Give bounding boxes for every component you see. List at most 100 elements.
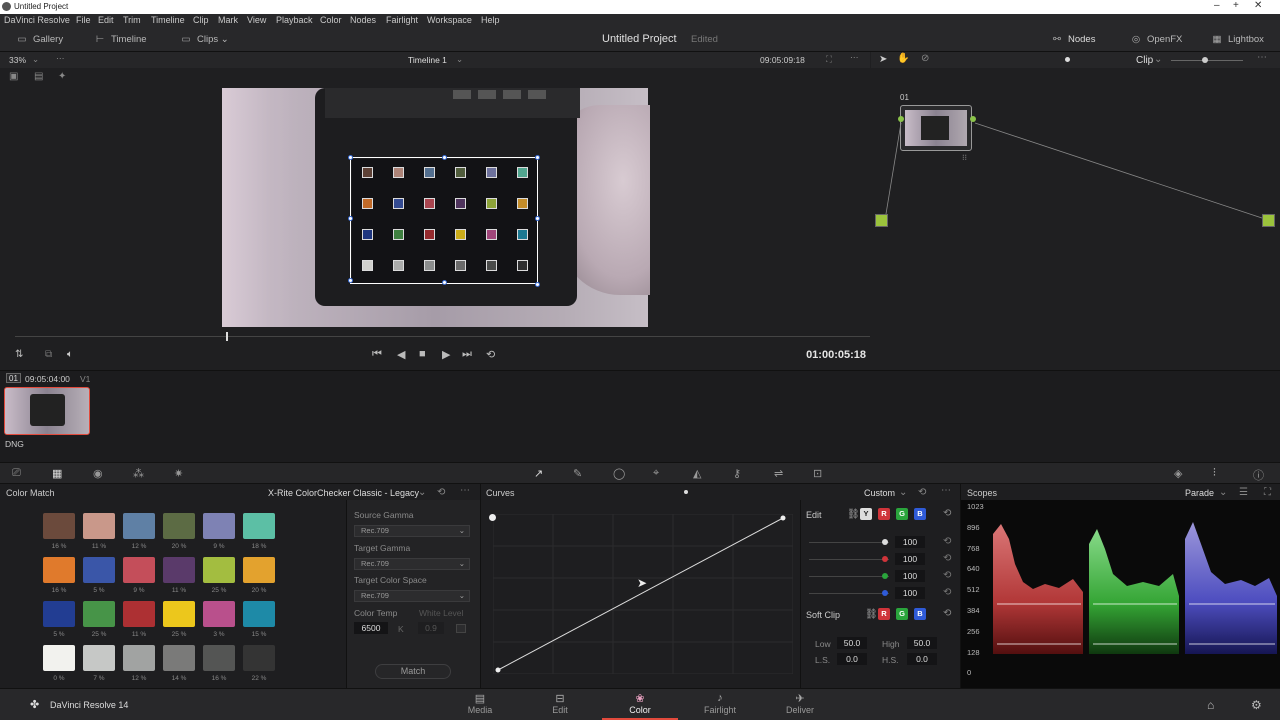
color-swatch[interactable] xyxy=(203,601,235,627)
play-icon[interactable]: ▶︎ xyxy=(442,348,450,361)
window-icon[interactable]: ◯ xyxy=(613,467,625,480)
color-swatch[interactable] xyxy=(203,557,235,583)
key-icon[interactable]: ⚷ xyxy=(733,467,741,480)
color-swatch[interactable] xyxy=(243,557,275,583)
viewer-scrubber[interactable] xyxy=(15,336,870,337)
page-fairlight[interactable]: ♪ Fairlight xyxy=(690,692,750,715)
intensity-slider[interactable] xyxy=(809,542,889,543)
3d-icon[interactable]: ⊡ xyxy=(813,467,822,480)
color-swatch[interactable] xyxy=(123,645,155,671)
intensity-value[interactable]: 100 xyxy=(895,587,925,599)
menu-view[interactable]: View xyxy=(247,15,266,25)
channel-b-button[interactable]: B xyxy=(914,508,926,520)
target-gamma-select[interactable]: Rec.709 ⌄ xyxy=(354,558,470,570)
zoom-level[interactable]: 33% xyxy=(9,55,26,65)
viewer-menu-icon[interactable]: ⋯ xyxy=(850,52,859,63)
color-swatch[interactable] xyxy=(83,513,115,539)
gallery-button[interactable]: ▭ Gallery xyxy=(16,34,64,45)
motion-effects-icon[interactable]: ✷ xyxy=(174,467,183,480)
color-temp-input[interactable]: 6500 xyxy=(354,622,388,634)
soft-clip-link-icon[interactable]: ⛓ xyxy=(865,609,878,620)
softclip-g-button[interactable]: G xyxy=(896,608,908,620)
high-input[interactable]: 50.0 xyxy=(907,637,937,649)
single-view-icon[interactable]: ▣ xyxy=(9,71,18,82)
color-swatch[interactable] xyxy=(163,645,195,671)
node-zoom-knob[interactable] xyxy=(1202,57,1208,63)
intensity-slider-knob[interactable] xyxy=(882,539,888,545)
color-swatch[interactable] xyxy=(123,557,155,583)
lightbox-button[interactable]: ▦ Lightbox xyxy=(1211,34,1264,45)
frame-handle[interactable] xyxy=(535,282,540,287)
menu-color[interactable]: Color xyxy=(320,15,342,25)
info-icon[interactable]: ⓘ xyxy=(1253,467,1264,483)
match-button[interactable]: Match xyxy=(375,664,451,679)
clips-button[interactable]: ▭ Clips ⌄ xyxy=(180,34,229,45)
frame-handle[interactable] xyxy=(348,155,353,160)
menu-playback[interactable]: Playback xyxy=(276,15,313,25)
camera-raw-icon[interactable]: ⎚ xyxy=(12,467,21,480)
maximize-icon[interactable]: + xyxy=(1233,0,1239,11)
source-input-node[interactable] xyxy=(875,214,888,227)
ls-input[interactable]: 0.0 xyxy=(837,653,867,665)
color-wheels-icon[interactable]: ◉ xyxy=(93,467,103,480)
nodes-button[interactable]: ⚯ Nodes xyxy=(1051,34,1095,45)
menu-help[interactable]: Help xyxy=(481,15,500,25)
color-match-menu-icon[interactable]: ⋯ xyxy=(460,485,470,496)
color-swatch[interactable] xyxy=(43,601,75,627)
reset-icon[interactable]: ⟲ xyxy=(437,487,445,498)
color-swatch[interactable] xyxy=(43,645,75,671)
zoom-dropdown-icon[interactable]: ⌄ xyxy=(32,54,39,65)
rgb-mixer-icon[interactable]: ⁂ xyxy=(133,467,144,480)
menu-workspace[interactable]: Workspace xyxy=(427,15,472,25)
menu-mark[interactable]: Mark xyxy=(218,15,238,25)
curves-mode-dropdown-icon[interactable]: ⌄ xyxy=(899,487,907,498)
channel-y-button[interactable]: Y xyxy=(860,508,872,520)
viewer-mode-icon[interactable]: ⇅ xyxy=(15,349,23,360)
target-color-space-select[interactable]: Rec.709 ⌄ xyxy=(354,590,470,602)
first-frame-icon[interactable]: ⏮︎ xyxy=(372,348,382,361)
curves-mode-selector[interactable]: Custom xyxy=(864,488,895,498)
node-mode-dropdown-icon[interactable]: ⌄ xyxy=(1154,54,1162,65)
frame-handle[interactable] xyxy=(348,278,353,283)
intensity-slider-knob[interactable] xyxy=(882,556,888,562)
color-swatch[interactable] xyxy=(203,513,235,539)
intensity-slider[interactable] xyxy=(809,559,889,560)
fullscreen-icon[interactable]: ⛶ xyxy=(826,54,832,65)
bypass-icon[interactable]: ⊘ xyxy=(921,53,929,64)
scope-type-selector[interactable]: Parade xyxy=(1185,488,1214,498)
intensity-slider-knob[interactable] xyxy=(882,573,888,579)
intensity-slider-knob[interactable] xyxy=(882,590,888,596)
color-swatch[interactable] xyxy=(43,513,75,539)
color-swatch[interactable] xyxy=(163,513,195,539)
color-swatch[interactable] xyxy=(243,645,275,671)
color-swatch[interactable] xyxy=(83,601,115,627)
color-swatch[interactable] xyxy=(123,601,155,627)
page-media[interactable]: ▤ Media xyxy=(450,692,510,715)
color-swatch[interactable] xyxy=(123,513,155,539)
chart-type-selector[interactable]: X-Rite ColorChecker Classic - Legacy xyxy=(268,488,419,498)
white-level-checkbox[interactable] xyxy=(456,624,466,633)
curves-reset-icon[interactable]: ⟲ xyxy=(918,487,926,498)
intensity-slider[interactable] xyxy=(809,576,889,577)
menu-nodes[interactable]: Nodes xyxy=(350,15,376,25)
channel-g-button[interactable]: G xyxy=(896,508,908,520)
chart-selection-frame[interactable] xyxy=(350,157,538,284)
frame-handle[interactable] xyxy=(535,216,540,221)
stop-icon[interactable]: ■ xyxy=(419,348,426,360)
timeline-dropdown-icon[interactable]: ⌄ xyxy=(456,54,463,65)
channel-r-button[interactable]: R xyxy=(878,508,890,520)
menu-edit[interactable]: Edit xyxy=(98,15,114,25)
qualifier-icon[interactable]: ✎ xyxy=(573,467,582,480)
intensity-reset-icon[interactable]: ⟲ xyxy=(943,553,951,564)
curves-icon[interactable]: ↗ xyxy=(534,467,543,480)
last-frame-icon[interactable]: ⏭︎ xyxy=(462,348,472,361)
link-icon[interactable]: ⛓ xyxy=(847,509,860,520)
color-swatch[interactable] xyxy=(243,601,275,627)
frame-handle[interactable] xyxy=(442,280,447,285)
menu-fairlight[interactable]: Fairlight xyxy=(386,15,418,25)
node-mode-selector[interactable]: Clip xyxy=(1136,55,1153,66)
blur-icon[interactable]: ◭ xyxy=(693,467,701,480)
menu-file[interactable]: File xyxy=(76,15,91,25)
page-color[interactable]: ❀ Color xyxy=(610,692,670,715)
edit-reset-icon[interactable]: ⟲ xyxy=(943,508,951,519)
